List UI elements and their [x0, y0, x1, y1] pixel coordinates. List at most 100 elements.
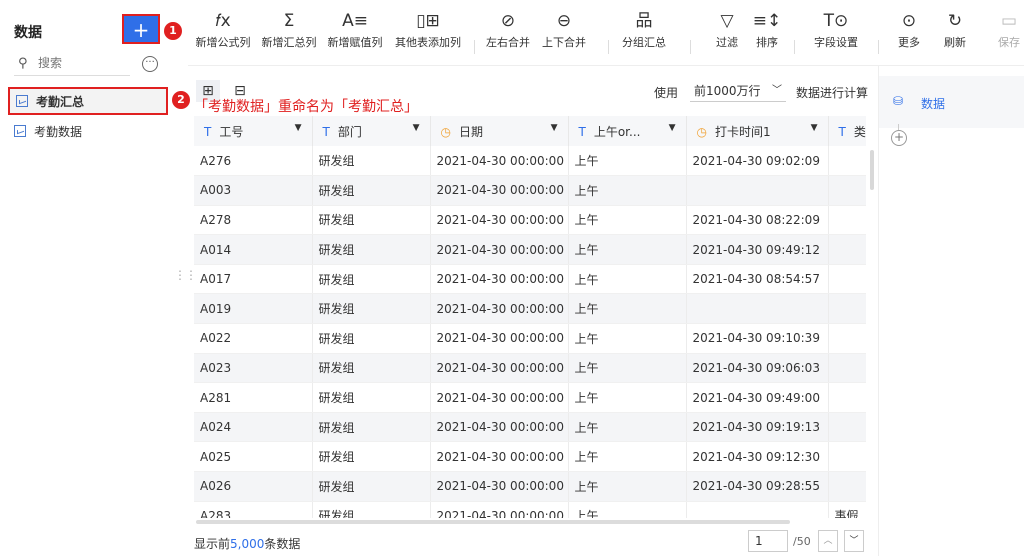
chevron-down-icon[interactable]: ﹀	[844, 530, 864, 552]
table-cell[interactable]: 上午	[568, 323, 687, 354]
table-cell[interactable]: 2021-04-30 00:00:00	[430, 382, 569, 413]
table-cell[interactable]	[686, 175, 829, 206]
table-cell[interactable]: 研发组	[312, 441, 431, 473]
table-cell[interactable]: 2021-04-30 00:00:00	[430, 293, 569, 325]
save-button[interactable]: ▭ 保存	[994, 8, 1024, 50]
search-box[interactable]: ⚲	[14, 54, 130, 76]
table-row[interactable]: A024 研发组 2021-04-30 00:00:00 上午 2021-04-30 0…	[194, 412, 866, 443]
table-cell[interactable]: 2021-04-30 09:10:39	[686, 323, 829, 354]
table-cell[interactable]: 2021-04-30 00:00:00	[430, 264, 569, 295]
table-cell[interactable]: 2021-04-30 00:00:00	[430, 471, 569, 502]
table-cell[interactable]	[828, 382, 866, 413]
table-row[interactable]: A026 研发组 2021-04-30 00:00:00 上午 2021-04-30 0…	[194, 471, 866, 502]
table-cell[interactable]	[828, 353, 866, 384]
column-header[interactable]: ◷ 日期 ▼	[430, 116, 569, 146]
table-cell[interactable]: 上午	[568, 382, 687, 413]
table-cell[interactable]: A003	[194, 175, 313, 206]
table-row[interactable]: A025 研发组 2021-04-30 00:00:00 上午 2021-04-30 0…	[194, 441, 866, 473]
table-cell[interactable]: A014	[194, 234, 313, 265]
table-cell[interactable]: A017	[194, 264, 313, 295]
table-cell[interactable]: 2021-04-30 00:00:00	[430, 353, 569, 384]
table-cell[interactable]: A276	[194, 146, 313, 177]
table-cell[interactable]: 研发组	[312, 323, 431, 354]
table-cell[interactable]	[686, 501, 829, 518]
table-cell[interactable]: 上午	[568, 205, 687, 236]
sort-button[interactable]: ≡↕ 排序	[750, 8, 784, 50]
column-header[interactable]: T 上午or... ▼	[568, 116, 687, 146]
table-cell[interactable]: 研发组	[312, 293, 431, 325]
table-cell[interactable]: 2021-04-30 09:19:13	[686, 412, 829, 443]
table-row[interactable]: A019 研发组 2021-04-30 00:00:00 上午	[194, 293, 866, 325]
table-cell[interactable]: 研发组	[312, 205, 431, 236]
table-cell[interactable]: 研发组	[312, 412, 431, 443]
table-cell[interactable]: 研发组	[312, 234, 431, 265]
table-cell[interactable]: 研发组	[312, 353, 431, 384]
table-cell[interactable]: A025	[194, 441, 313, 473]
table-cell[interactable]: 2021-04-30 00:00:00	[430, 412, 569, 443]
search-input[interactable]	[38, 56, 126, 70]
table-cell[interactable]: 2021-04-30 00:00:00	[430, 234, 569, 265]
filter-button[interactable]: ▽ 过滤	[710, 8, 744, 50]
table-row[interactable]: A283 研发组 2021-04-30 00:00:00 上午 事假	[194, 501, 866, 518]
column-header[interactable]: T 工号 ▼	[194, 116, 313, 146]
table-cell[interactable]: 2021-04-30 09:49:12	[686, 234, 829, 265]
table-cell[interactable]: A278	[194, 205, 313, 236]
table-cell[interactable]	[828, 264, 866, 295]
vertical-scrollbar[interactable]	[870, 150, 874, 190]
table-cell[interactable]: 上午	[568, 293, 687, 325]
table-cell[interactable]	[828, 412, 866, 443]
table-cell[interactable]: 2021-04-30 09:06:03	[686, 353, 829, 384]
table-cell[interactable]: 2021-04-30 00:00:00	[430, 146, 569, 177]
table-cell[interactable]	[828, 441, 866, 473]
table-cell[interactable]: 2021-04-30 08:22:09	[686, 205, 829, 236]
table-row[interactable]: A023 研发组 2021-04-30 00:00:00 上午 2021-04-30 0…	[194, 353, 866, 384]
group-summary-button[interactable]: 品 分组汇总	[618, 8, 670, 50]
table-cell[interactable]	[828, 323, 866, 354]
caret-down-icon[interactable]: ▼	[669, 123, 676, 133]
table-row[interactable]: A281 研发组 2021-04-30 00:00:00 上午 2021-04-30 0…	[194, 382, 866, 413]
table-cell[interactable]: 2021-04-30 00:00:00	[430, 323, 569, 354]
table-cell[interactable]: 上午	[568, 146, 687, 177]
table-cell[interactable]	[828, 293, 866, 325]
table-cell[interactable]: A283	[194, 501, 313, 518]
table-cell[interactable]: 研发组	[312, 175, 431, 206]
table-cell[interactable]: 2021-04-30 09:49:00	[686, 382, 829, 413]
table-cell[interactable]: 上午	[568, 501, 687, 518]
rows-limit-select[interactable]: 前1000万行 ﹀	[690, 80, 786, 102]
add-assign-column-button[interactable]: A≡ 新增赋值列	[324, 8, 386, 50]
more-options-icon[interactable]: ···	[142, 56, 158, 72]
table-cell[interactable]: 研发组	[312, 264, 431, 295]
table-row[interactable]: A017 研发组 2021-04-30 00:00:00 上午 2021-04-30 0…	[194, 264, 866, 295]
table-cell[interactable]	[828, 205, 866, 236]
table-cell[interactable]: 研发组	[312, 471, 431, 502]
table-cell[interactable]: 上午	[568, 353, 687, 384]
table-cell[interactable]: 上午	[568, 234, 687, 265]
table-cell[interactable]: A281	[194, 382, 313, 413]
column-header[interactable]: T 部门 ▼	[312, 116, 431, 146]
table-cell[interactable]: 2021-04-30 00:00:00	[430, 175, 569, 206]
horizontal-scrollbar[interactable]	[196, 520, 790, 524]
data-step-node[interactable]: ⛁ 数据	[879, 76, 1024, 128]
table-row[interactable]: A022 研发组 2021-04-30 00:00:00 上午 2021-04-30 0…	[194, 323, 866, 354]
left-right-merge-button[interactable]: ⊘ 左右合并	[482, 8, 534, 50]
refresh-button[interactable]: ↻ 刷新	[938, 8, 972, 50]
table-cell[interactable]: 上午	[568, 471, 687, 502]
table-cell[interactable]: 上午	[568, 175, 687, 206]
more-button[interactable]: ⊙ 更多	[892, 8, 926, 50]
field-settings-button[interactable]: T⊙ 字段设置	[810, 8, 862, 50]
table-row[interactable]: A276 研发组 2021-04-30 00:00:00 上午 2021-04-30 0…	[194, 146, 866, 177]
table-cell[interactable]: A024	[194, 412, 313, 443]
resize-handle[interactable]: ⋮⋮	[174, 268, 197, 282]
table-cell[interactable]: A023	[194, 353, 313, 384]
table-row[interactable]: A014 研发组 2021-04-30 00:00:00 上午 2021-04-30 0…	[194, 234, 866, 265]
caret-down-icon[interactable]: ▼	[811, 123, 818, 133]
table-row[interactable]: A003 研发组 2021-04-30 00:00:00 上午	[194, 175, 866, 206]
table-cell[interactable]: A022	[194, 323, 313, 354]
column-header[interactable]: ◷ 打卡时间1 ▼	[686, 116, 829, 146]
table-cell[interactable]	[828, 471, 866, 502]
table-row[interactable]: A278 研发组 2021-04-30 00:00:00 上午 2021-04-30 0…	[194, 205, 866, 236]
table-cell[interactable]: 2021-04-30 00:00:00	[430, 205, 569, 236]
table-cell[interactable]: 事假	[828, 501, 866, 518]
add-step-icon[interactable]: +	[891, 130, 907, 146]
page-number-input[interactable]: 1	[748, 530, 788, 552]
